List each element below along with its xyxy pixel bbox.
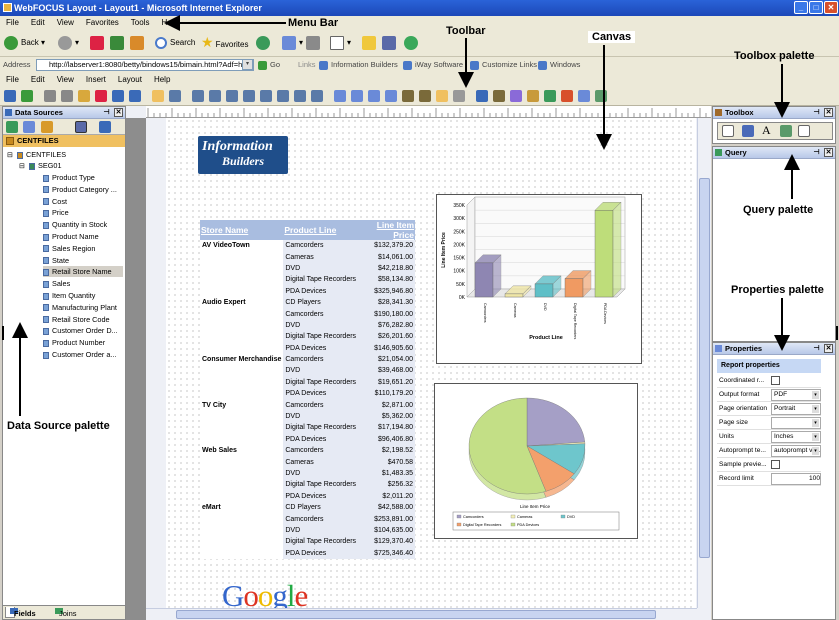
left-edge-marker xyxy=(2,326,4,340)
annotation-arrows xyxy=(2,15,838,416)
right-edge-marker xyxy=(836,326,838,340)
